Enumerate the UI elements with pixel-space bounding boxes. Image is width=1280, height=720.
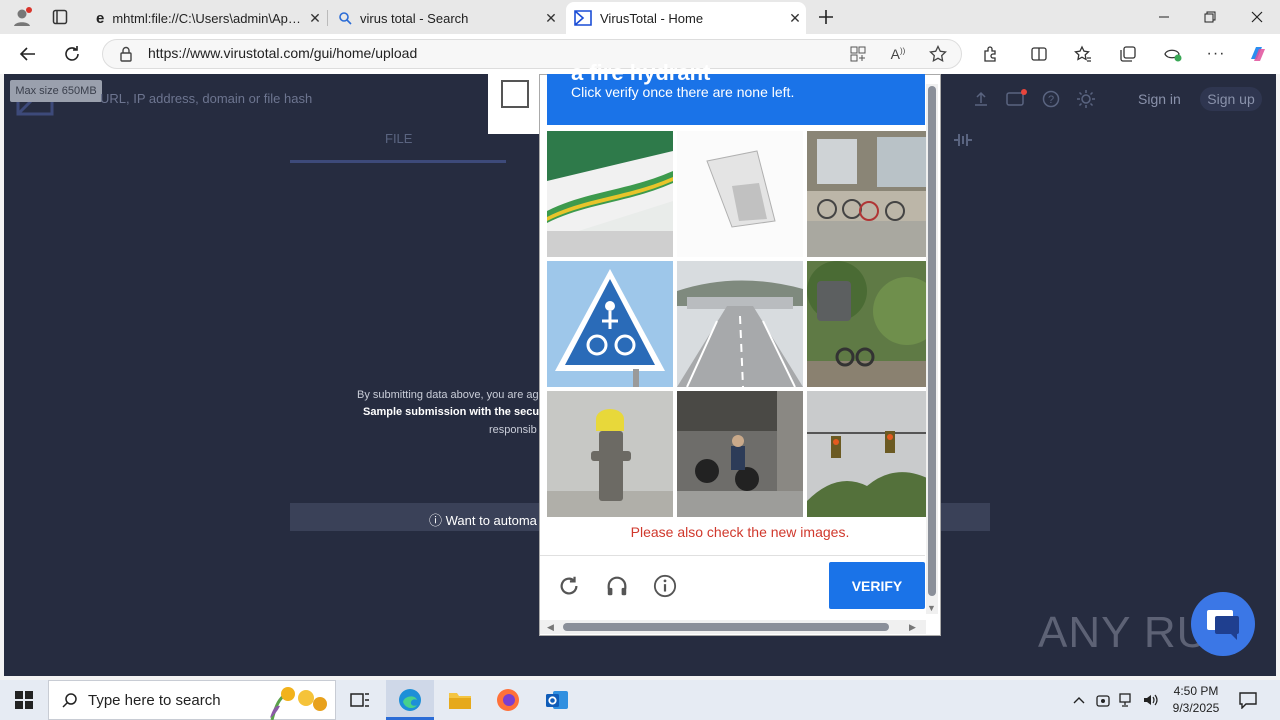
- chat-button[interactable]: [1191, 592, 1255, 656]
- file-explorer-icon[interactable]: [448, 688, 472, 712]
- taskbar-date[interactable]: 9/3/2025: [1166, 701, 1226, 715]
- sign-in-link[interactable]: Sign in: [1138, 91, 1181, 107]
- close-icon[interactable]: ✕: [540, 10, 562, 27]
- favorite-star-icon[interactable]: [926, 42, 950, 66]
- tab-file[interactable]: FILE: [385, 131, 412, 146]
- tab-mhtml[interactable]: e mhtml:file://C:\Users\admin\AppD ✕: [88, 2, 326, 34]
- scroll-down-arrow-icon[interactable]: ▼: [927, 603, 936, 613]
- captcha-divider: [540, 555, 925, 556]
- split-screen-icon[interactable]: [1027, 42, 1051, 66]
- help-icon[interactable]: ?: [1039, 87, 1063, 111]
- extensions-icon[interactable]: [979, 42, 1003, 66]
- upload-icon[interactable]: [969, 87, 993, 111]
- terms-text: By submitting data above, you are ag: [357, 389, 539, 401]
- edge-browser-icon[interactable]: [398, 688, 422, 712]
- captcha-instruction: Click verify once there are none left.: [571, 84, 795, 100]
- captcha-tile-highway-toll[interactable]: [677, 261, 803, 387]
- svg-text:?: ?: [1048, 94, 1054, 106]
- theme-toggle-icon[interactable]: [1074, 87, 1098, 111]
- tab-label: mhtml:file://C:\Users\admin\AppD: [112, 10, 304, 26]
- task-view-icon[interactable]: [348, 688, 372, 712]
- captcha-vertical-scroll-thumb[interactable]: [928, 86, 936, 596]
- network-icon[interactable]: [1115, 688, 1139, 712]
- captcha-info-icon[interactable]: [653, 574, 677, 598]
- captcha-error-message: Please also check the new images.: [630, 524, 850, 540]
- captcha-target-title: a fire hydrant: [571, 60, 711, 85]
- system-tray-chevron-icon[interactable]: [1067, 688, 1091, 712]
- new-tab-icon[interactable]: [814, 5, 838, 29]
- file-tab-underline: [290, 160, 506, 163]
- captcha-tile-parked-bicycles[interactable]: [807, 131, 933, 257]
- notifications-icon[interactable]: [1004, 87, 1028, 111]
- more-options-icon[interactable]: ···: [1204, 42, 1228, 66]
- chat-icon: [1207, 610, 1239, 640]
- tab-search[interactable]: virus total - Search ✕: [330, 2, 562, 34]
- app-available-icon[interactable]: [846, 42, 870, 66]
- search-input[interactable]: URL, IP address, domain or file hash: [100, 91, 312, 106]
- search-mode-icon[interactable]: [951, 128, 975, 152]
- back-icon[interactable]: [16, 42, 40, 66]
- captcha-tile-fire-hydrant[interactable]: [547, 391, 673, 517]
- edge-e-icon: e: [96, 9, 105, 27]
- max-size-tooltip: Max size 650MB: [10, 80, 102, 102]
- restore-icon[interactable]: [1198, 5, 1222, 29]
- tab-actions-icon[interactable]: [48, 5, 72, 29]
- flowers-decoration-icon: [262, 684, 334, 720]
- captcha-reload-icon[interactable]: [557, 574, 581, 598]
- window-close-icon[interactable]: [1245, 5, 1269, 29]
- refresh-icon[interactable]: [60, 42, 84, 66]
- scroll-right-arrow-icon[interactable]: ▶: [909, 622, 916, 633]
- search-icon: [338, 11, 352, 25]
- tab-virustotal[interactable]: VirusTotal - Home ✕: [566, 2, 806, 34]
- captcha-tile-parked-motorbike[interactable]: [807, 261, 933, 387]
- info-icon: ⓘ: [429, 513, 446, 528]
- captcha-tile-traffic-lights[interactable]: [807, 391, 933, 517]
- windows-start-icon[interactable]: [12, 688, 36, 712]
- lock-icon[interactable]: [114, 42, 138, 66]
- volume-icon[interactable]: [1139, 688, 1163, 712]
- outlook-icon[interactable]: [545, 688, 569, 712]
- terms-bold-text: Sample submission with the secu: [363, 406, 540, 418]
- read-aloud-icon[interactable]: A)): [886, 42, 910, 66]
- captcha-tile-paper-sign[interactable]: [677, 131, 803, 257]
- captcha-tile-bus-side[interactable]: [547, 131, 673, 257]
- url-text[interactable]: https://www.virustotal.com/gui/home/uplo…: [148, 45, 417, 61]
- notification-center-icon[interactable]: [1236, 688, 1260, 712]
- captcha-tile-bicycle-crossing-sign[interactable]: [547, 261, 673, 387]
- copilot-icon[interactable]: [1246, 42, 1270, 66]
- sign-up-button[interactable]: Sign up: [1200, 87, 1262, 111]
- virustotal-logo-icon: [574, 10, 592, 26]
- terms-text-end: responsib: [489, 424, 537, 436]
- browser-essentials-icon[interactable]: [1161, 42, 1185, 66]
- verify-button[interactable]: VERIFY: [829, 562, 925, 609]
- taskbar-search-placeholder[interactable]: Type here to search: [88, 692, 221, 709]
- tab-label: virus total - Search: [360, 10, 469, 26]
- captcha-audio-icon[interactable]: [605, 574, 629, 598]
- search-icon: [58, 688, 82, 712]
- captcha-checkbox[interactable]: [501, 80, 529, 108]
- scroll-left-arrow-icon[interactable]: ◀: [547, 622, 554, 633]
- captcha-horizontal-scroll-thumb[interactable]: [563, 623, 889, 631]
- firefox-icon[interactable]: [496, 688, 520, 712]
- favorites-icon[interactable]: [1071, 42, 1095, 66]
- close-icon[interactable]: ✕: [784, 10, 806, 27]
- tab-label: VirusTotal - Home: [600, 10, 704, 26]
- automate-text[interactable]: ⓘ Want to automa: [429, 510, 537, 529]
- collections-icon[interactable]: [1116, 42, 1140, 66]
- security-tray-icon[interactable]: [1091, 688, 1115, 712]
- close-icon[interactable]: ✕: [304, 10, 326, 27]
- minimize-icon[interactable]: [1152, 5, 1176, 29]
- taskbar-time[interactable]: 4:50 PM: [1166, 684, 1226, 698]
- captcha-tile-motorcycles[interactable]: [677, 391, 803, 517]
- profile-icon[interactable]: [10, 5, 34, 29]
